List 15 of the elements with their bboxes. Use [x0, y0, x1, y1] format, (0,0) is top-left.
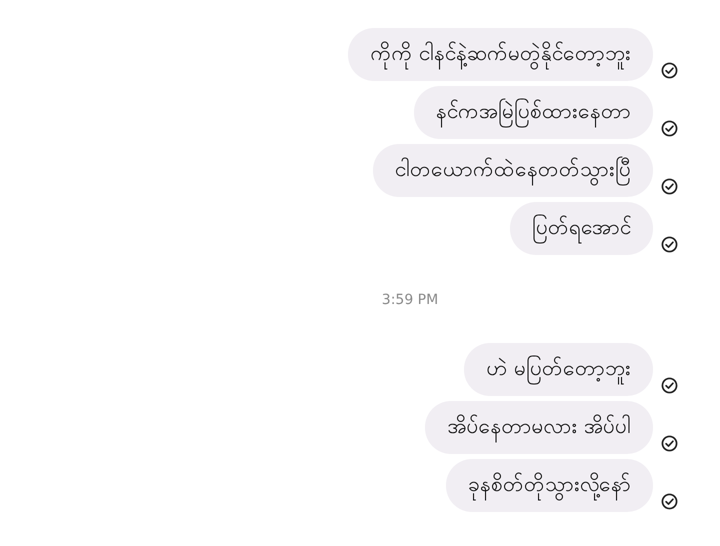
- message-bubble: ငါတယောက်ထဲနေတတ်သွားပြီ: [373, 144, 653, 197]
- check-circle-icon: [661, 120, 678, 137]
- message-bubble: ခုနစိတ်တိုသွားလို့နော်: [446, 459, 653, 512]
- timestamp: 3:59 PM: [382, 292, 438, 308]
- check-circle-icon: [661, 493, 678, 510]
- message-bubble: ဟဲ မပြတ်တော့ဘူး: [464, 343, 653, 396]
- check-circle-icon: [661, 178, 678, 195]
- message-bubble: အိပ်နေတာမလား အိပ်ပါ: [425, 401, 653, 454]
- check-circle-icon: [661, 236, 678, 253]
- check-circle-icon: [661, 435, 678, 452]
- check-circle-icon: [661, 62, 678, 79]
- message-bubble: ပြတ်ရအောင်: [510, 202, 653, 255]
- message-bubble: နင်ကအမြဲပြစ်ထားနေတာ: [414, 86, 653, 139]
- message-bubble: ကိုကို ငါနင်နဲ့ဆက်မတွဲနိုင်တော့ဘူး: [348, 28, 653, 81]
- check-circle-icon: [661, 377, 678, 394]
